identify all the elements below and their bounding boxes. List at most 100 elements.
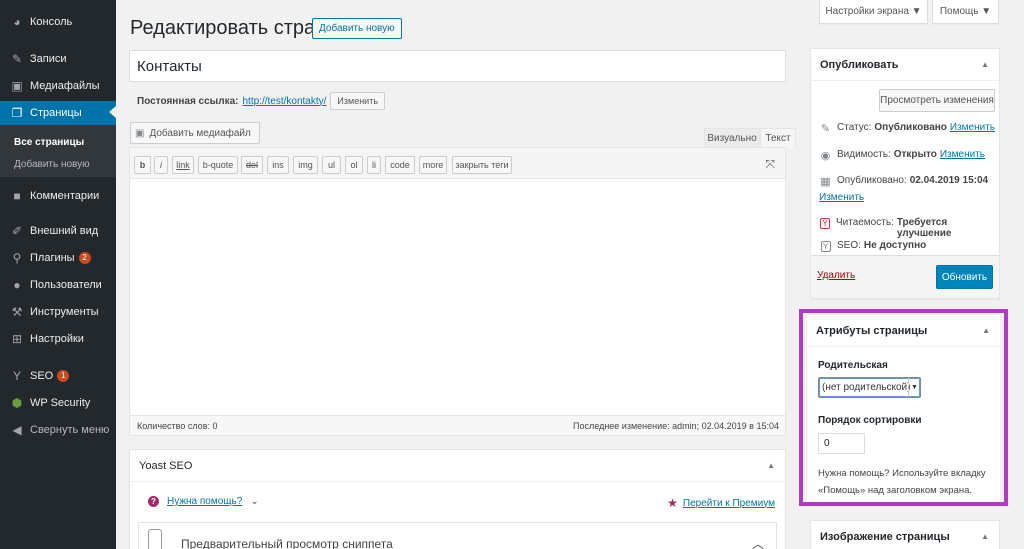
- eye-icon: ◉: [820, 150, 831, 162]
- word-count: Количество слов: 0: [137, 421, 218, 431]
- page-title-input[interactable]: Контакты: [129, 50, 786, 82]
- yoast-help-link[interactable]: Нужна помощь?: [167, 496, 242, 507]
- permalink-link[interactable]: http://test/kontakty/: [242, 96, 326, 107]
- qt-del-button[interactable]: del: [241, 156, 263, 174]
- sidebar-item-label: Свернуть меню: [30, 424, 110, 436]
- status-label: Статус:: [837, 122, 872, 133]
- comments-icon: ■: [13, 189, 21, 203]
- submenu-add-new[interactable]: Добавить новую: [14, 159, 90, 170]
- qt-ol-button[interactable]: ol: [345, 156, 363, 174]
- qt-bquote-button[interactable]: b-quote: [198, 156, 238, 174]
- edit-date-link[interactable]: Изменить: [819, 192, 864, 203]
- tab-visual[interactable]: Визуально: [704, 128, 760, 148]
- collapse-arrow-icon[interactable]: ▲: [767, 461, 775, 470]
- snippet-preview-section[interactable]: Предварительный просмотр сниппета ︿: [138, 522, 777, 549]
- yoast-icon: Y: [12, 369, 21, 383]
- qt-ins-button[interactable]: ins: [267, 156, 289, 174]
- dashboard-icon: ◕: [13, 15, 21, 29]
- add-media-button[interactable]: ▣ Добавить медиафайл: [130, 122, 260, 144]
- preview-changes-button[interactable]: Просмотреть изменения: [879, 89, 995, 112]
- sidebar-item-plugins[interactable]: ⚲ Плагины 2: [0, 247, 116, 269]
- edit-visibility-link[interactable]: Изменить: [940, 149, 985, 160]
- editor-status-bar: Количество слов: 0 Последнее изменение: …: [130, 415, 785, 435]
- chevron-down-icon[interactable]: ⌄: [250, 496, 258, 507]
- yoast-seo-box: Yoast SEO ▲ ? Нужна помощь? ⌄ ★ Перейти …: [129, 449, 786, 549]
- collapse-arrow-icon[interactable]: ▲: [982, 326, 990, 335]
- sidebar-item-wp-security[interactable]: ⬢ WP Security: [0, 392, 116, 414]
- yoast-readability-icon: Y: [819, 218, 830, 229]
- publish-box-title: Опубликовать: [820, 58, 899, 71]
- add-new-page-button[interactable]: Добавить новую: [312, 18, 402, 39]
- permalink-edit-button[interactable]: Изменить: [330, 92, 386, 110]
- sidebar-item-label: Плагины: [30, 252, 75, 264]
- qt-ul-button[interactable]: ul: [322, 156, 341, 174]
- permalink-label: Постоянная ссылка:: [137, 95, 239, 107]
- sidebar-item-tools[interactable]: ⚒ Инструменты: [0, 301, 116, 323]
- qt-close-tags-button[interactable]: закрыть теги: [452, 156, 512, 174]
- screen-options-button[interactable]: Настройки экрана ▼: [819, 0, 928, 24]
- order-label: Порядок сортировки: [818, 415, 922, 426]
- published-label: Опубликовано:: [837, 175, 907, 186]
- chevron-up-icon[interactable]: ︿: [752, 535, 764, 549]
- parent-label: Родительская: [818, 360, 888, 371]
- seo-value: Не доступно: [863, 240, 927, 251]
- sidebar-item-seo[interactable]: Y SEO 1: [0, 365, 116, 387]
- content-editor[interactable]: b i link b-quote del ins img ul ol li co…: [129, 147, 786, 436]
- edit-status-link[interactable]: Изменить: [950, 122, 995, 133]
- published-value: 02.04.2019 15:04: [909, 175, 989, 186]
- publish-box: Опубликовать ▲ Просмотреть изменения ✎ С…: [810, 48, 1000, 299]
- sidebar-item-label: Страницы: [30, 107, 82, 119]
- users-icon: ●: [13, 278, 21, 292]
- delete-link[interactable]: Удалить: [817, 270, 855, 281]
- yoast-help-row: ? Нужна помощь? ⌄: [148, 496, 259, 507]
- attributes-box-header[interactable]: Атрибуты страницы ▲: [807, 315, 1000, 347]
- brush-icon: ✐: [11, 224, 23, 238]
- sidebar-item-label: Настройки: [30, 333, 84, 345]
- qt-more-button[interactable]: more: [419, 156, 447, 174]
- qt-code-button[interactable]: code: [385, 156, 415, 174]
- qt-li-button[interactable]: li: [367, 156, 381, 174]
- plugins-update-badge: 2: [78, 252, 91, 264]
- parent-page-select[interactable]: (нет родительской) ▼: [818, 377, 921, 398]
- sidebar-item-comments[interactable]: ■ Комментарии: [0, 185, 116, 207]
- qt-img-button[interactable]: img: [293, 156, 318, 174]
- sidebar-item-users[interactable]: ● Пользователи: [0, 274, 116, 296]
- qt-bold-button[interactable]: b: [134, 156, 151, 174]
- image-box-header[interactable]: Изображение страницы ▲: [811, 521, 999, 549]
- yoast-box-title: Yoast SEO: [139, 459, 193, 472]
- sidebar-item-posts[interactable]: ✎ Записи: [0, 48, 116, 70]
- shield-icon: ⬢: [11, 396, 23, 410]
- fullscreen-icon[interactable]: ⤧: [765, 157, 775, 172]
- status-value: Опубликовано: [874, 122, 947, 133]
- published-date-row: ▦ Опубликовано: 02.04.2019 15:04 Изменит…: [819, 175, 991, 203]
- parent-select-value: (нет родительской): [822, 382, 911, 393]
- qt-italic-button[interactable]: i: [154, 156, 168, 174]
- qt-link-button[interactable]: link: [172, 156, 194, 174]
- sidebar-item-settings[interactable]: ⊞ Настройки: [0, 328, 116, 350]
- sidebar-item-console[interactable]: ◕ Консоль: [0, 11, 116, 33]
- sidebar-item-appearance[interactable]: ✐ Внешний вид: [0, 220, 116, 242]
- pin-icon: ✎: [820, 123, 831, 135]
- sidebar-item-pages[interactable]: ❐ Страницы: [0, 101, 116, 125]
- collapse-arrow-icon[interactable]: ▲: [981, 60, 989, 69]
- sidebar-collapse-menu[interactable]: ◀ Свернуть меню: [0, 419, 116, 441]
- yoast-premium-link[interactable]: Перейти к Премиум: [683, 498, 775, 509]
- snippet-preview-label: Предварительный просмотр сниппета: [181, 537, 393, 549]
- pin-icon: ✎: [11, 52, 23, 66]
- sidebar-item-label: Внешний вид: [30, 225, 99, 237]
- pages-submenu: Все страницы Добавить новую: [0, 125, 116, 177]
- readability-value: Требуется улучшение: [896, 217, 952, 239]
- sidebar-item-label: Пользователи: [30, 279, 102, 291]
- seo-label: SEO:: [837, 240, 861, 251]
- sidebar-item-media[interactable]: ▣ Медиафайлы: [0, 75, 116, 97]
- visibility-value: Открыто: [893, 149, 937, 160]
- publish-box-header[interactable]: Опубликовать ▲: [811, 49, 999, 81]
- order-input[interactable]: 0: [818, 433, 865, 454]
- help-button[interactable]: Помощь ▼: [932, 0, 999, 24]
- settings-icon: ⊞: [11, 332, 23, 346]
- tab-text[interactable]: Текст: [760, 128, 796, 148]
- yoast-box-header[interactable]: Yoast SEO ▲: [130, 450, 785, 482]
- collapse-arrow-icon[interactable]: ▲: [981, 532, 989, 541]
- submenu-all-pages[interactable]: Все страницы: [14, 137, 84, 148]
- update-button[interactable]: Обновить: [936, 265, 993, 289]
